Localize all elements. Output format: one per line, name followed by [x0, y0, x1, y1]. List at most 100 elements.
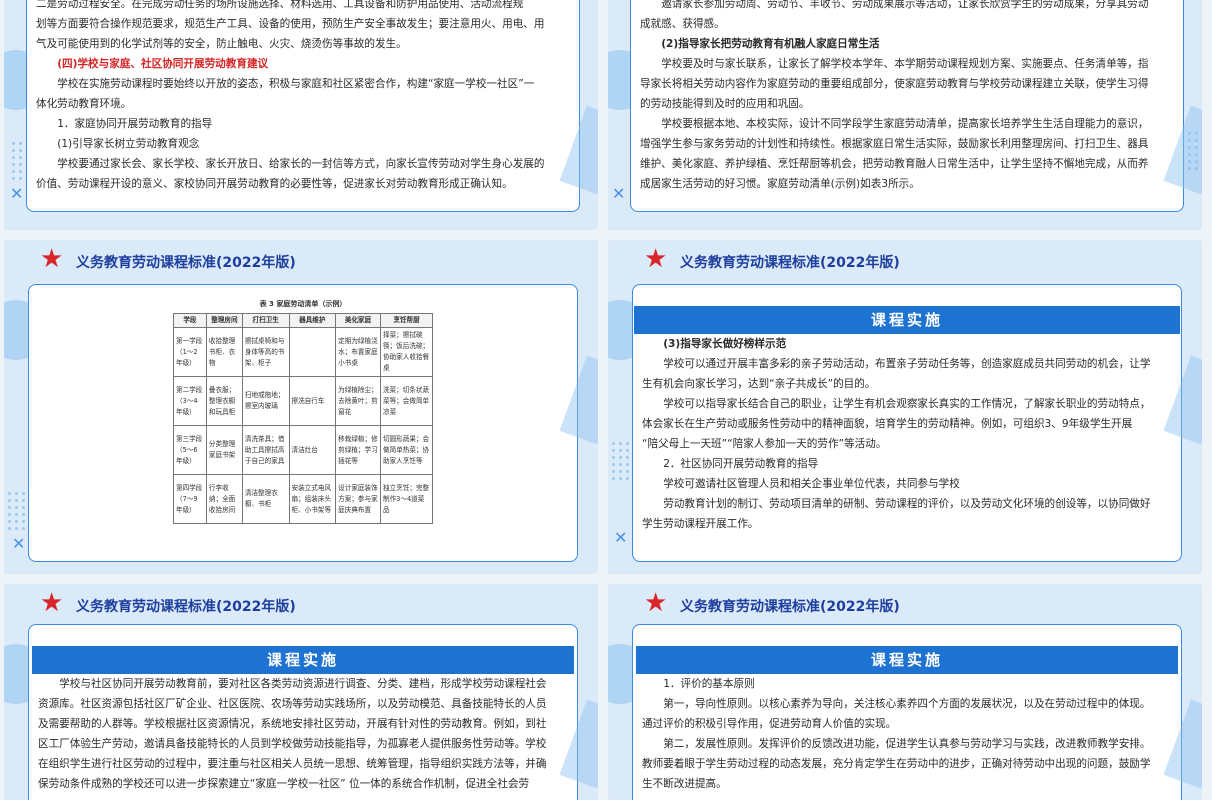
slide-4-text: (3)指导家长做好榜样示范学校可以通过开展丰富多彩的亲子劳动活动，布置亲子劳动任…	[642, 334, 1174, 534]
table-cell: 切圆形蔬果；会做简单热菜；协助家人烹饪等	[380, 425, 433, 475]
text-line: 学校在实施劳动课程时要始终以开放的姿态，积极与家庭和社区紧密合作，构建“家庭一学…	[57, 78, 535, 90]
section-band: 课程实施	[32, 646, 574, 674]
text-line: 学生劳动课程开展工作。	[642, 518, 759, 530]
text-line: 学校可邀请社区管理人员和相关企事业单位代表，共同参与学校	[663, 478, 960, 490]
header-title: 义务教育劳动课程标准(2022年版)	[680, 255, 900, 271]
table-cell: 叠衣服；整理衣橱和玩具柜	[205, 376, 243, 426]
text-line: 1．家庭协同开展劳动教育的指导	[57, 118, 213, 130]
table-row: 第一学段（1～2年级） 收拾整理书柜、衣物 擦拭桌椅和与身体等高的书架、柜子 定期为绿…	[173, 327, 433, 377]
slide-header: ★ 义务教育劳动课程标准(2022年版)	[608, 240, 1202, 280]
table-header-cell: 器具维护	[288, 313, 337, 328]
text-line: 在组织学生进行社区劳动的过程中，要注重与社区相关人员统一思想、统筹管理，指导组织…	[38, 758, 547, 770]
text-line: 体会家长在生产劳动或服务性劳动中的精神面貌，培育学生的劳动精神。例如，可组织3、…	[642, 418, 1133, 430]
section-band: 课程实施	[634, 306, 1180, 334]
text-line: 导家长将相关劳动内容作为家庭劳动的重要组成部分，使家庭劳动教育与学校劳动课程建立…	[640, 78, 1149, 90]
text-line: 气及可能使用到的化学试剂等的安全，防止触电、火灾、烧烫伤等事故的发生。	[36, 38, 407, 50]
text-line: “陪父母上一天班”“陪家人参加一天的劳作”等活动。	[642, 438, 887, 450]
x-decoration-icon: ✕	[612, 184, 626, 203]
header-title: 义务教育劳动课程标准(2022年版)	[76, 255, 296, 271]
slide-header: ★ 义务教育劳动课程标准(2022年版)	[4, 240, 598, 280]
x-decoration-icon: ✕	[614, 528, 628, 547]
text-line: 保劳动条件成熟的学校还可以进一步探索建立“家庭一学校一社区” 位一体的系统合作机…	[38, 778, 530, 790]
text-line: 划等方面要符合操作规范要求，规范生产工具、设备的使用，预防生产安全事故发生；要注…	[36, 18, 545, 30]
text-line: 增强学生参与家务劳动的计划性和持续性。根据家庭日常生活实际，鼓励家长利用整理房间…	[640, 138, 1149, 150]
red-star-icon: ★	[40, 588, 64, 618]
header-title: 义务教育劳动课程标准(2022年版)	[76, 599, 296, 615]
table-cell: 清洗茶具；借助工具擦拭高于自己的家具	[241, 425, 290, 475]
slide-header: ★ 义务教育劳动课程标准(2022年版)	[4, 584, 598, 624]
text-line: (3)指导家长做好榜样示范	[663, 338, 787, 350]
text-line: 生不断改进提高。	[642, 778, 727, 790]
text-line: 通过评价的积极引导作用，促进劳动育人价值的实现。	[642, 718, 897, 730]
red-star-icon: ★	[644, 244, 668, 274]
table-cell: 清洁整理衣橱、书柜	[241, 474, 290, 524]
text-line: 第二，发展性原则。发挥评价的反馈改进功能，促进学生认真参与劳动学习与实践，改进教…	[663, 738, 1151, 750]
text-line: 2．社区协同开展劳动教育的指导	[663, 458, 819, 470]
text-line: 1．评价的基本原则	[663, 678, 755, 690]
table-cell: 设计家庭装饰方案；参与家庭庆典布置	[335, 474, 381, 524]
text-line: 学校要及时与家长联系，让家长了解学校本学年、本学期劳动课程规划方案、实施要点、任…	[661, 58, 1149, 70]
table-header-cell: 烹饪帮厨	[380, 313, 433, 328]
table-row: 第二学段（3～4年级） 叠衣服；整理衣橱和玩具柜 扫地或拖地；擦室内玻璃 擦洗自行车为…	[173, 376, 433, 426]
text-line: 区工厂体验生产劳动，邀请具备技能特长的人员到学校做劳动技能指导，为孤寡老人提供服…	[38, 738, 547, 750]
table-cell: 第三学段（5～6年级）	[173, 425, 207, 475]
red-star-icon: ★	[40, 244, 64, 274]
content-panel: 表 3 家庭劳动清单（示例） 学段 整理房间 打扫卫生 器具维护 美化家庭 烹饪帮厨 第一学…	[28, 284, 578, 562]
table-cell: 第二学段（3～4年级）	[173, 376, 207, 426]
text-line: 成居家生活劳动的好习惯。家庭劳动清单(示例)如表3所示。	[640, 178, 920, 190]
household-labor-table: 学段 整理房间 打扫卫生 器具维护 美化家庭 烹饪帮厨 第一学段（1～2年级） 收拾整理书柜、…	[173, 313, 433, 524]
table-header-cell: 打扫卫生	[241, 313, 290, 328]
text-line: 学校与社区协同开展劳动教育前，要对社区各类劳动资源进行调查、分类、建档，形成学校…	[59, 678, 547, 690]
table-cell: 收拾整理书柜、衣物	[205, 327, 243, 377]
table-cell: 扫地或拖地；擦室内玻璃	[241, 376, 290, 426]
text-line: 学校可以通过开展丰富多彩的亲子劳动活动，布置亲子劳动任务等，创造家庭成员共同劳动…	[663, 358, 1151, 370]
slide-2[interactable]: ✕ 邀请家长参加劳动周、劳动节、丰收节、劳动成果展示等活动，让家长欣赏学生的劳动…	[608, 0, 1202, 230]
text-line: 生有机会向家长学习，达到“亲子共成长”的目的。	[642, 378, 876, 390]
text-line: 资源库。社区资源包括社区厂矿企业、社区医院、农场等劳动实践场所，以及劳动模范、具…	[38, 698, 547, 710]
slide-5-text: 学校与社区协同开展劳动教育前，要对社区各类劳动资源进行调查、分类、建档，形成学校…	[38, 674, 570, 794]
slide-3[interactable]: ★ 义务教育劳动课程标准(2022年版) ✕ 表 3 家庭劳动清单（示例） 学段…	[4, 240, 598, 574]
text-line: 学校要根据本地、本校实际，设计不同学段学生家庭劳动清单，提高家长培养学生生活自理…	[661, 118, 1149, 130]
slide-5[interactable]: ★ 义务教育劳动课程标准(2022年版) 课程实施 学校与社区协同开展劳动教育前…	[4, 584, 598, 800]
table-row: 第三学段（5～6年级） 分类整理家庭书架 清洗茶具；借助工具擦拭高于自己的家具 清洁灶…	[173, 425, 433, 475]
table-cell: 行李收纳；全面收拾房间	[205, 474, 243, 524]
table-cell: 擦洗自行车	[288, 376, 337, 426]
slide-6[interactable]: ★ 义务教育劳动课程标准(2022年版) 课程实施 1．评价的基本原则第一，导向…	[608, 584, 1202, 800]
text-line: 学校可以指导家长结合自己的职业，让学生有机会观察家长真实的工作情况，了解家长职业…	[663, 398, 1151, 410]
red-star-icon: ★	[644, 588, 668, 618]
section-band: 课程实施	[636, 646, 1178, 674]
table-cell: 分类整理家庭书架	[205, 425, 243, 475]
table-header-cell: 整理房间	[205, 313, 243, 328]
x-decoration-icon: ✕	[12, 534, 26, 553]
text-line: (2)指导家长把劳动教育有机融人家庭日常生活	[661, 38, 880, 50]
text-line: 维护、美化家庭、养护绿植、烹饪帮厨等机会，把劳动教育融人日常生活中，让学生坚持不…	[640, 158, 1149, 170]
x-decoration-icon: ✕	[10, 184, 24, 203]
slide-header: ★ 义务教育劳动课程标准(2022年版)	[608, 584, 1202, 624]
text-line: (四)学校与家庭、社区协同开展劳动教育建议	[57, 58, 269, 70]
table-cell: 移栽绿植；修剪绿植；学习插花等	[335, 425, 381, 475]
text-line: 及需要帮助的人群等。学校根据社区资源情况，系统地安排社区劳动，开展有针对性的劳动…	[38, 718, 547, 730]
table-cell: 擦拭桌椅和与身体等高的书架、柜子	[241, 327, 290, 377]
slide-4[interactable]: ★ 义务教育劳动课程标准(2022年版) ✕ 课程实施 (3)指导家长做好榜样示…	[608, 240, 1202, 574]
text-line: 价值、劳动课程开设的意义、家校协同开展劳动教育的必要性等，促进家长对劳动教育形成…	[36, 178, 513, 190]
table-image: 表 3 家庭劳动清单（示例） 学段 整理房间 打扫卫生 器具维护 美化家庭 烹饪帮厨 第一学…	[29, 285, 577, 561]
table-cell: 洗菜；切条状蔬菜等；会做简单凉菜	[380, 376, 433, 426]
text-line: 的劳动技能得到及时的应用和巩固。	[640, 98, 810, 110]
text-line: 体化劳动教育环境。	[36, 98, 132, 110]
text-line: 教师要着眼于学生劳动过程的动态发展，充分肯定学生在劳动中的进步，正确对待劳动中出…	[642, 758, 1151, 770]
slide-1[interactable]: ✕ 二是劳动过程安全。在完成劳动任务的场所设施选择、材料选用、工具设备和防护用品…	[4, 0, 598, 230]
text-line: 邀请家长参加劳动周、劳动节、丰收节、劳动成果展示等活动，让家长欣赏学生的劳动成果…	[661, 0, 1149, 10]
slide-2-text: 邀请家长参加劳动周、劳动节、丰收节、劳动成果展示等活动，让家长欣赏学生的劳动成果…	[640, 0, 1178, 194]
table-cell: 择菜；擦拭碗筷；饭后洗碗；协助家人收拾餐桌	[380, 327, 433, 377]
text-line: 第一，导向性原则。以核心素养为导向，关注核心素养四个方面的发展状况，以及在劳动过…	[663, 698, 1151, 710]
text-line: (1)引导家长树立劳动教育观念	[57, 138, 200, 150]
table-cell: 为绿植除尘；去除黄叶；剪窗花	[335, 376, 381, 426]
table-header-cell: 美化家庭	[335, 313, 381, 328]
table-cell: 第四学段（7～9年级）	[173, 474, 207, 524]
slide-1-text: 二是劳动过程安全。在完成劳动任务的场所设施选择、材料选用、工具设备和防护用品使用…	[36, 0, 572, 194]
table-cell: 第一学段（1～2年级）	[173, 327, 207, 377]
table-cell: 清洁灶台	[288, 425, 337, 475]
table-row: 第四学段（7～9年级） 行李收纳；全面收拾房间 清洁整理衣橱、书柜 安装立式电风扇；组…	[173, 474, 433, 524]
table-cell	[288, 327, 337, 377]
text-line: 劳动教育计划的制订、劳动项目清单的研制、劳动课程的评价，以及劳动文化环境的创设等…	[663, 498, 1151, 510]
